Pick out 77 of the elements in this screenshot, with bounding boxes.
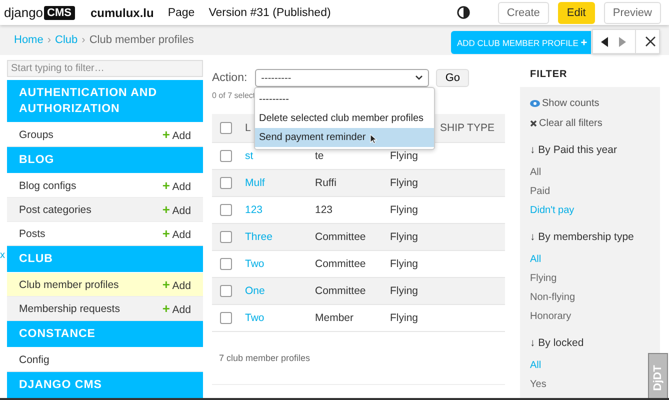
close-icon[interactable] (645, 36, 656, 47)
eye-icon (530, 100, 540, 106)
filter-heading: ↓ By membership type (530, 230, 635, 245)
table-cell-text: Committee (315, 285, 367, 297)
checkbox[interactable] (220, 177, 232, 189)
filter-option[interactable]: Yes (530, 375, 650, 394)
model-link[interactable]: Membership requests (19, 302, 120, 314)
filter-option[interactable]: Paid (530, 182, 650, 201)
model-link[interactable]: Club member profiles (19, 278, 119, 290)
checkbox[interactable] (220, 258, 232, 270)
dropdown-option[interactable]: Send payment reminder (255, 128, 434, 147)
dropdown-option[interactable]: --------- (255, 90, 434, 109)
back-arrow-icon[interactable] (601, 36, 609, 46)
sidebar-item[interactable]: Post categories + Add (7, 198, 203, 222)
filter-option[interactable]: Non-flying (530, 288, 650, 307)
checkbox[interactable] (220, 122, 232, 134)
table-cell-text: Committee (315, 231, 367, 243)
model-link[interactable]: Config (19, 354, 50, 366)
chevron-icon (415, 75, 424, 81)
logo[interactable]: django CMS (4, 5, 74, 20)
add-link[interactable]: + Add (162, 277, 191, 292)
show-counts-link[interactable]: Show counts (542, 98, 600, 108)
model-link[interactable]: Groups (19, 128, 54, 140)
filter-heading: ↓ By Paid this year (530, 143, 618, 158)
filter-field[interactable]: Start typing to filter… (7, 60, 203, 77)
toolbar-button[interactable]: Create (498, 2, 549, 24)
add-link[interactable]: + Add (162, 301, 191, 316)
toolbar-button[interactable]: Edit (558, 2, 595, 24)
add-link[interactable]: + Add (162, 226, 191, 241)
table-cell-text: Committee (315, 258, 367, 270)
table-cell-text: 123 (315, 204, 334, 216)
breadcrumb-separator: › (47, 34, 52, 46)
table-cell-text: Flying (390, 312, 420, 324)
model-link[interactable]: Posts (19, 228, 46, 240)
filter-option[interactable]: Honorary (530, 307, 650, 326)
go-button[interactable]: Go (436, 69, 470, 87)
table-cell-text: Ruffi (315, 177, 338, 189)
toolbar-menu-item[interactable]: Version #31 (Published) (208, 6, 331, 18)
add-link[interactable]: + Add (162, 178, 191, 193)
checkbox[interactable] (220, 150, 232, 162)
table-cell-text: Flying (390, 258, 420, 270)
site-menu[interactable]: cumulux.lu (90, 6, 154, 20)
table-cell-text: Flying (390, 177, 420, 189)
selection-counter: 0 of 7 select (212, 91, 256, 102)
action-label: Action: (212, 72, 248, 84)
checkbox[interactable] (220, 312, 232, 324)
filter-option[interactable]: All (530, 163, 650, 182)
model-link[interactable]: Blog configs (19, 180, 76, 192)
filter-heading: ↓ By locked (530, 336, 585, 351)
table-cell-text: Flying (390, 204, 420, 216)
filter-title: FILTER (529, 68, 568, 82)
close-icon (530, 120, 537, 126)
toolbar-menu-item[interactable]: Page (168, 6, 195, 18)
result-count: 7 club member profiles (219, 353, 310, 363)
dropdown-option[interactable]: Delete selected club member profiles (255, 109, 434, 128)
add-link[interactable]: + Add (162, 202, 191, 217)
filter-option[interactable]: Flying (530, 269, 650, 288)
contrast-icon[interactable] (456, 6, 470, 19)
table-cell-text: te (315, 150, 325, 162)
add-link[interactable]: + Add (162, 127, 191, 142)
checkbox[interactable] (220, 231, 232, 243)
model-link[interactable]: Post categories (19, 204, 92, 216)
table-cell-text: Flying (390, 150, 420, 162)
sidebar-item[interactable]: Membership requests + Add (7, 297, 203, 321)
checkbox[interactable] (220, 204, 232, 216)
checkbox[interactable] (220, 285, 232, 297)
breadcrumb-separator: › (82, 34, 86, 46)
forward-arrow-icon[interactable] (618, 36, 626, 46)
mouse-cursor-icon (370, 134, 377, 144)
sidebar-item[interactable]: Club member profiles + Add (7, 273, 203, 297)
action-select[interactable]: --------- (255, 69, 430, 87)
breadcrumb: Club member profiles (89, 34, 194, 46)
table-cell-text: Member (315, 312, 355, 324)
table-cell-text: Flying (390, 231, 420, 243)
clear-filters-link[interactable]: Clear all filters (539, 118, 602, 128)
toolbar-button[interactable]: Preview (604, 2, 661, 24)
table-cell-text: Flying (390, 285, 420, 297)
